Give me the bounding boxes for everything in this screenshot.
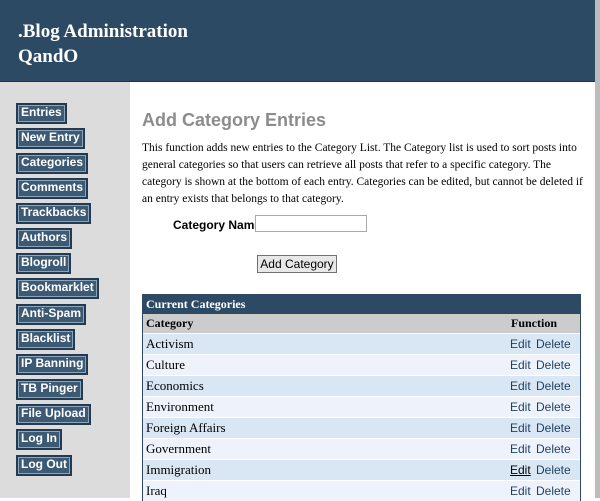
category-name: Environment	[146, 399, 214, 414]
table-row: Activism Edit Delete	[143, 333, 580, 354]
sidebar-item-ip-banning[interactable]: IP Banning	[16, 354, 89, 375]
delete-link[interactable]: Delete	[536, 376, 571, 396]
sidebar-item-blacklist[interactable]: Blacklist	[16, 329, 76, 350]
categories-table: Current Categories Category Function Act…	[142, 294, 581, 501]
header-banner: .Blog Administration QandO	[0, 0, 595, 82]
table-row: Environment Edit Delete	[143, 396, 580, 417]
sidebar-item-entries[interactable]: Entries	[16, 103, 67, 124]
edit-link[interactable]: Edit	[510, 397, 531, 417]
column-category: Category	[146, 316, 194, 330]
table-column-header: Category Function	[143, 314, 580, 333]
sidebar-item-file-upload[interactable]: File Upload	[16, 404, 91, 425]
sidebar-item-tb-pinger[interactable]: TB Pinger	[16, 379, 83, 400]
delete-link[interactable]: Delete	[536, 418, 571, 438]
delete-link[interactable]: Delete	[536, 481, 571, 501]
main-content: Add Category Entries This function adds …	[130, 82, 595, 501]
site-title-line1: .Blog Administration	[18, 21, 188, 42]
sidebar-item-new-entry[interactable]: New Entry	[16, 128, 85, 149]
delete-link[interactable]: Delete	[536, 355, 571, 375]
delete-link[interactable]: Delete	[536, 397, 571, 417]
sidebar-item-categories[interactable]: Categories	[16, 153, 89, 174]
site-title: .Blog Administration QandO	[18, 19, 188, 69]
category-name: Culture	[146, 357, 185, 372]
sidebar-item-authors[interactable]: Authors	[16, 228, 72, 249]
edit-link[interactable]: Edit	[510, 334, 531, 354]
sidebar: Entries New Entry Categories Comments Tr…	[0, 82, 130, 498]
category-name-input[interactable]	[255, 215, 367, 232]
category-name: Foreign Affairs	[146, 420, 226, 435]
table-row: Culture Edit Delete	[143, 354, 580, 375]
delete-link[interactable]: Delete	[536, 460, 571, 480]
table-row: Economics Edit Delete	[143, 375, 580, 396]
sidebar-item-anti-spam[interactable]: Anti-Spam	[16, 304, 86, 325]
table-row: Immigration Edit Delete	[143, 459, 580, 480]
edit-link[interactable]: Edit	[510, 481, 531, 501]
page-title: Add Category Entries	[142, 110, 327, 130]
category-name: Government	[146, 441, 211, 456]
site-title-line2: QandO	[18, 46, 79, 67]
category-name: Iraq	[146, 483, 167, 498]
edit-link[interactable]: Edit	[510, 460, 531, 480]
sidebar-item-log-out[interactable]: Log Out	[16, 455, 72, 476]
window-edge	[595, 0, 600, 498]
sidebar-item-trackbacks[interactable]: Trackbacks	[16, 203, 92, 224]
sidebar-item-blogroll[interactable]: Blogroll	[16, 253, 72, 274]
edit-link[interactable]: Edit	[510, 355, 531, 375]
edit-link[interactable]: Edit	[510, 439, 531, 459]
add-category-button[interactable]: Add Category	[257, 255, 337, 273]
table-row: Government Edit Delete	[143, 438, 580, 459]
delete-link[interactable]: Delete	[536, 439, 571, 459]
edit-link[interactable]: Edit	[510, 418, 531, 438]
category-name: Economics	[146, 378, 204, 393]
category-name: Activism	[146, 336, 194, 351]
category-name-label: Category Name:	[173, 218, 266, 232]
sidebar-item-bookmarklet[interactable]: Bookmarklet	[16, 278, 99, 299]
edit-link[interactable]: Edit	[510, 376, 531, 396]
table-row: Foreign Affairs Edit Delete	[143, 417, 580, 438]
category-name: Immigration	[146, 462, 211, 477]
delete-link[interactable]: Delete	[536, 334, 571, 354]
sidebar-item-comments[interactable]: Comments	[16, 178, 89, 199]
page-description: This function adds new entries to the Ca…	[142, 142, 583, 205]
sidebar-item-log-in[interactable]: Log In	[16, 429, 62, 450]
column-function: Function	[511, 316, 558, 330]
table-title: Current Categories	[143, 295, 580, 314]
